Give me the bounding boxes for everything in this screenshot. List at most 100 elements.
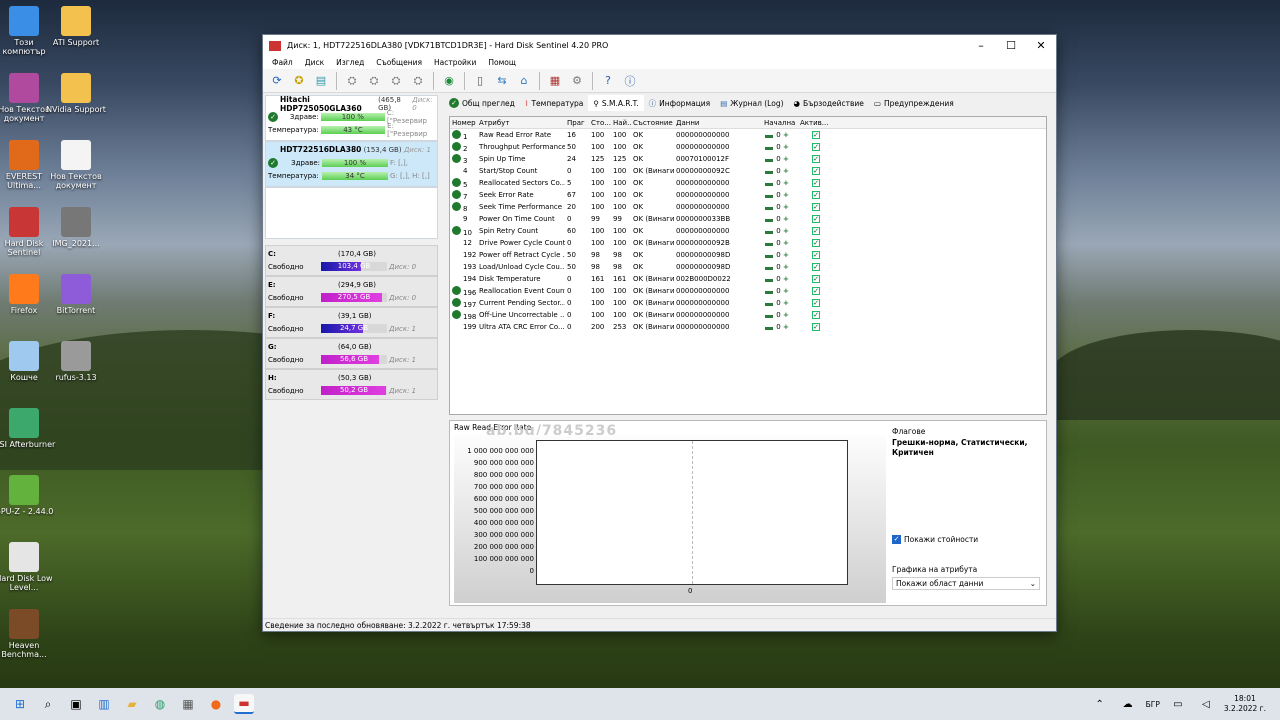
desktop-icon[interactable]: BitTorrent — [44, 274, 108, 315]
minus-icon[interactable] — [765, 290, 773, 294]
active-checkbox[interactable]: ✓ — [812, 155, 820, 163]
minus-icon[interactable] — [765, 134, 773, 138]
partition-card[interactable]: C: (170,4 GB) Свободно 103,4 GB Диск: 0 — [265, 245, 438, 276]
active-checkbox[interactable]: ✓ — [812, 227, 820, 235]
minus-icon[interactable] — [765, 182, 773, 186]
active-checkbox[interactable]: ✓ — [812, 263, 820, 271]
edge-icon[interactable]: ◍ — [150, 694, 170, 714]
tab-temperature[interactable]: ⌇ Температура — [520, 95, 589, 111]
active-checkbox[interactable]: ✓ — [812, 275, 820, 283]
plus-icon[interactable]: + — [783, 203, 789, 211]
minimize-button[interactable]: – — [966, 35, 996, 56]
minus-icon[interactable] — [765, 206, 773, 210]
plus-icon[interactable]: + — [783, 287, 789, 295]
menu-help[interactable]: Помощ — [482, 56, 522, 69]
globe-icon[interactable]: ◉ — [440, 71, 459, 90]
minus-icon[interactable] — [765, 194, 773, 198]
task-view-icon[interactable]: ▣ — [66, 694, 86, 714]
partition-card[interactable]: F: (39,1 GB) Свободно 24,7 GB Диск: 1 — [265, 307, 438, 338]
active-checkbox[interactable]: ✓ — [812, 143, 820, 151]
plus-icon[interactable]: + — [783, 155, 789, 163]
info-icon[interactable]: ⓘ — [621, 71, 640, 90]
table-row[interactable]: 4Start/Stop Count0100100OK (Винаги...000… — [450, 165, 1046, 177]
plus-icon[interactable]: + — [783, 263, 789, 271]
plus-icon[interactable]: + — [783, 323, 789, 331]
refresh-icon[interactable]: ⟳ — [268, 71, 287, 90]
health-icon[interactable]: ✪ — [290, 71, 309, 90]
plus-icon[interactable]: + — [783, 215, 789, 223]
minus-icon[interactable] — [765, 146, 773, 150]
table-row[interactable]: 3 Spin Up Time 24 125 125 OK 00070100012F 0 + ✓ — [450, 153, 1046, 165]
col-number[interactable]: Номер — [450, 119, 477, 127]
firefox-icon[interactable]: ● — [206, 694, 226, 714]
smart-table[interactable]: Номер Атрибут Праг Сто... Най... Състоян… — [449, 116, 1047, 415]
minus-icon[interactable] — [765, 218, 773, 222]
desktop-icon[interactable]: Hard Disk Low Level... — [0, 542, 56, 592]
active-checkbox[interactable]: ✓ — [812, 299, 820, 307]
minus-icon[interactable] — [765, 230, 773, 234]
desktop-icon[interactable]: Нов Текстов документ — [44, 140, 108, 190]
table-row[interactable]: 9Power On Time Count09999OK (Винаги...00… — [450, 213, 1046, 225]
table-row[interactable]: 199 Ultra ATA CRC Error Co... 0 200 253 OK (В… — [450, 321, 1046, 333]
help-icon[interactable]: ? — [599, 71, 618, 90]
start-icon[interactable]: ⊞ — [10, 694, 30, 714]
plus-icon[interactable]: + — [783, 299, 789, 307]
disk-test-3-icon[interactable]: ⛭ — [387, 71, 406, 90]
show-values-checkbox[interactable]: ✓ Покажи стойности — [892, 535, 978, 544]
partition-card[interactable]: E: (294,9 GB) Свободно 270,5 GB Диск: 0 — [265, 276, 438, 307]
maximize-button[interactable]: ☐ — [996, 35, 1026, 56]
table-row[interactable]: 10 Spin Retry Count 60 100 100 OK 000000000000… — [450, 225, 1046, 237]
plus-icon[interactable]: + — [783, 191, 789, 199]
active-checkbox[interactable]: ✓ — [812, 251, 820, 259]
table-row[interactable]: 12 Drive Power Cycle Count 0 100 100 OK (Вина… — [450, 237, 1046, 249]
plus-icon[interactable]: + — [783, 227, 789, 235]
active-checkbox[interactable]: ✓ — [812, 215, 820, 223]
minus-icon[interactable] — [765, 266, 773, 270]
menu-disk[interactable]: Диск — [299, 56, 330, 69]
tab-information[interactable]: ⓘ Информация — [644, 95, 716, 111]
file-explorer-icon[interactable]: ▰ — [122, 694, 142, 714]
partition-card[interactable]: H: (50,3 GB) Свободно 50,2 GB Диск: 1 — [265, 369, 438, 400]
network-icon[interactable]: ⌂ — [515, 71, 534, 90]
volume-icon[interactable]: ◁ — [1196, 694, 1216, 714]
col-value[interactable]: Сто... — [589, 119, 611, 127]
plus-icon[interactable]: + — [783, 239, 789, 247]
disk-test-icon[interactable]: ⛭ — [343, 71, 362, 90]
table-row[interactable]: 8 Seek Time Performance 20 100 100 OK 00000000… — [450, 201, 1046, 213]
col-status[interactable]: Състояние — [631, 119, 674, 127]
attr-graph-select[interactable]: Покажи област данни ⌄ — [892, 577, 1040, 590]
plus-icon[interactable]: + — [783, 311, 789, 319]
document-icon[interactable]: ▯ — [471, 71, 490, 90]
minus-icon[interactable] — [765, 254, 773, 258]
active-checkbox[interactable]: ✓ — [812, 239, 820, 247]
desktop-icon[interactable]: IMG_2021... — [44, 207, 108, 248]
sync-icon[interactable]: ⇆ — [493, 71, 512, 90]
table-row[interactable]: 2 Throughput Performance 50 100 100 OK 0000000… — [450, 141, 1046, 153]
active-checkbox[interactable]: ✓ — [812, 167, 820, 175]
table-row[interactable]: 7 Seek Error Rate 67 100 100 OK 000000000000 0… — [450, 189, 1046, 201]
minus-icon[interactable] — [765, 302, 773, 306]
minus-icon[interactable] — [765, 326, 773, 330]
plus-icon[interactable]: + — [783, 167, 789, 175]
active-checkbox[interactable]: ✓ — [812, 203, 820, 211]
table-row[interactable]: 193 Load/Unload Cycle Cou... 50 98 98 OK 00000… — [450, 261, 1046, 273]
tab-log[interactable]: ▤ Журнал (Log) — [715, 95, 788, 111]
disk-card[interactable]: Hitachi HDP725050GLA360 (465,8 GB) Диск:… — [265, 95, 438, 141]
settings-icon[interactable]: ⚙ — [568, 71, 587, 90]
minus-icon[interactable] — [765, 158, 773, 162]
plus-icon[interactable]: + — [783, 275, 789, 283]
disk-card[interactable]: HDT722516DLA380 (153,4 GB) Диск: 1 ✓ Здрав… — [265, 141, 438, 187]
active-checkbox[interactable]: ✓ — [812, 287, 820, 295]
col-threshold[interactable]: Праг — [565, 119, 589, 127]
active-checkbox[interactable]: ✓ — [812, 191, 820, 199]
table-row[interactable]: 5 Reallocated Sectors Co... 5 100 100 OK 00000… — [450, 177, 1046, 189]
hard-disk-sentinel-taskbar-icon[interactable]: ▬ — [234, 694, 254, 714]
chevron-up-icon[interactable]: ⌃ — [1090, 694, 1110, 714]
disk-test-4-icon[interactable]: ⛭ — [409, 71, 428, 90]
tab-smart[interactable]: ⚲ S.M.A.R.T. — [588, 95, 644, 111]
chart-icon[interactable]: ▦ — [546, 71, 565, 90]
network-tray-icon[interactable]: ▭ — [1168, 694, 1188, 714]
widgets-icon[interactable]: ▥ — [94, 694, 114, 714]
clock[interactable]: 18:01 3.2.2022 г. — [1224, 694, 1266, 714]
col-data[interactable]: Данни — [674, 119, 762, 127]
